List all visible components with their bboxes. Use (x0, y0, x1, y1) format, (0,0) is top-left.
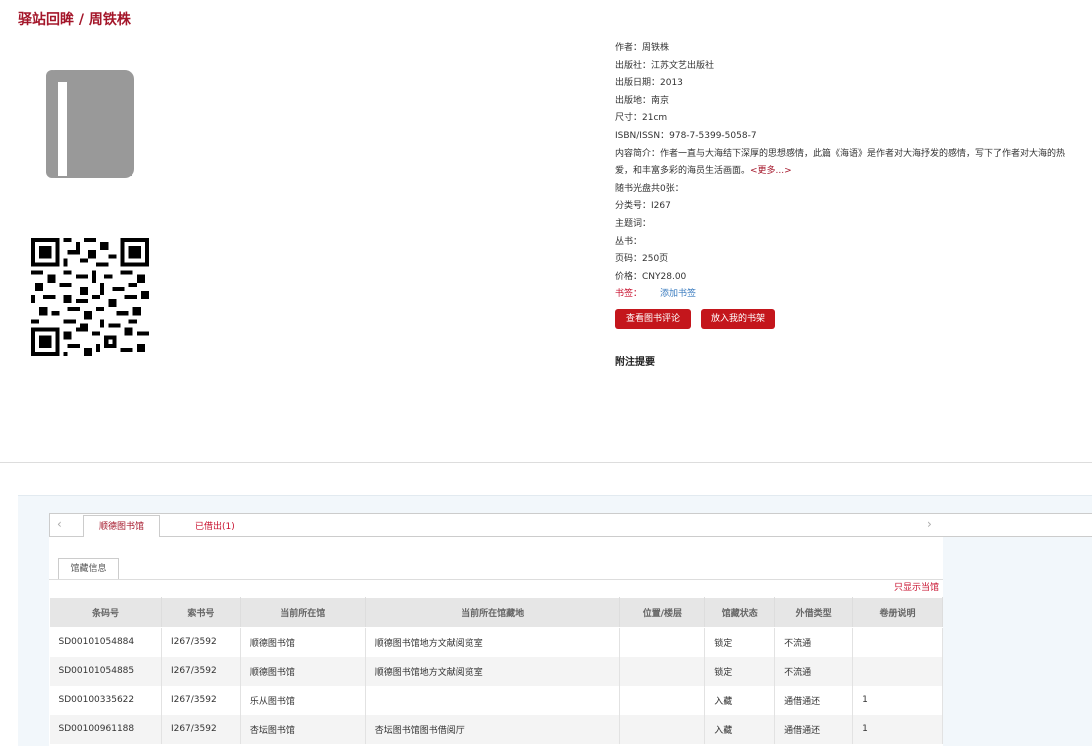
meta-subject: 主题词： (615, 218, 652, 229)
meta-place: 出版地：南京 (615, 95, 670, 106)
book-cover-icon (46, 70, 134, 178)
action-buttons: 查看图书评论 放入我的书架 (615, 309, 776, 329)
subtab-divider (49, 579, 943, 580)
meta-author: 作者：周铁株 (615, 43, 670, 53)
cell-loan-type: 不流通 (774, 627, 854, 657)
cell-library: 顺德图书馆 (240, 656, 366, 686)
meta-isbn: ISBN/ISSN：978-7-5399-5058-7 (615, 130, 757, 141)
cell-call-number: I267/3592 (161, 685, 241, 715)
meta-publisher: 出版社：江苏文艺出版社 (615, 60, 715, 71)
cell-floor (619, 656, 706, 686)
cell-status: 锁定 (704, 627, 776, 657)
chevron-right-icon[interactable]: › (927, 517, 932, 531)
col-library: 当前所在馆 (239, 597, 366, 628)
col-volume: 卷册说明 (852, 597, 943, 628)
cell-floor (619, 714, 706, 744)
qr-code (31, 238, 149, 356)
cell-call-number: I267/3592 (161, 627, 241, 657)
summary-text: 内容简介：作者一直与大海结下深厚的思想感情，此篇《海语》是作者对大海抒发的感情，… (615, 148, 1066, 177)
cell-floor (619, 627, 706, 657)
meta-size: 尺寸：21cm (615, 113, 668, 124)
table-row: SD00101054885 I267/3592 顺德图书馆 顺德图书馆地方文献阅… (49, 656, 943, 686)
meta-price: 价格：CNY28.00 (615, 271, 687, 282)
cell-location: 顺德图书馆地方文献阅览室 (365, 627, 621, 657)
cell-location (365, 685, 621, 715)
meta-pubdate: 出版日期：2013 (615, 78, 683, 89)
meta-cd: 随书光盘共0张： (615, 183, 684, 194)
table-header-row: 条码号 索书号 当前所在馆 当前所在馆藏地 位置/楼层 馆藏状态 外借类型 卷册… (49, 597, 943, 628)
meta-series: 丛书： (615, 236, 643, 247)
meta-summary: 内容简介：作者一直与大海结下深厚的思想感情，此篇《海语》是作者对大海抒发的感情，… (615, 146, 1077, 181)
divider (0, 462, 1092, 463)
cell-volume: 1 (852, 685, 943, 715)
cell-status: 锁定 (704, 656, 776, 686)
cell-call-number: I267/3592 (161, 714, 241, 744)
add-to-shelf-button[interactable]: 放入我的书架 (701, 309, 776, 329)
tag-label: 书签： (615, 289, 643, 300)
tab-holdings-info[interactable]: 馆藏信息 (58, 558, 119, 580)
cell-loan-type: 不流通 (774, 656, 854, 686)
cell-barcode: SD00100961188 (49, 714, 162, 744)
cell-volume (852, 656, 943, 686)
cell-volume (852, 627, 943, 657)
meta-tags: 书签： 添加书签 (615, 286, 1077, 304)
notes-heading: 附注提要 (615, 357, 655, 368)
tab-checked-out[interactable]: 已借出(1) (195, 519, 235, 532)
cell-location: 杏坛图书馆图书借阅厅 (365, 714, 621, 744)
cell-status: 入藏 (704, 685, 776, 715)
cell-status: 入藏 (704, 714, 776, 744)
more-link[interactable]: <更多...> (750, 166, 792, 176)
cell-barcode: SD00100335622 (49, 685, 162, 715)
col-status: 馆藏状态 (704, 597, 776, 628)
col-location: 当前所在馆藏地 (364, 597, 621, 628)
cell-library: 乐从图书馆 (240, 685, 366, 715)
cell-library: 杏坛图书馆 (240, 714, 366, 744)
cell-floor (619, 685, 706, 715)
cell-loan-type: 通借通还 (774, 685, 854, 715)
cell-library: 顺德图书馆 (240, 627, 366, 657)
col-loan-type: 外借类型 (774, 597, 854, 628)
cell-location: 顺德图书馆地方文献阅览室 (365, 656, 621, 686)
book-title: 驿站回眸 / 周铁株 (18, 12, 131, 28)
col-floor: 位置/楼层 (619, 597, 706, 628)
cell-barcode: SD00101054885 (49, 656, 162, 686)
tab-shunde-library[interactable]: 顺德图书馆 (83, 515, 160, 538)
table-row: SD00101054884 I267/3592 顺德图书馆 顺德图书馆地方文献阅… (49, 627, 943, 657)
book-metadata: 作者：周铁株 出版社：江苏文艺出版社 出版日期：2013 出版地：南京 尺寸：2… (615, 40, 1077, 304)
view-reviews-button[interactable]: 查看图书评论 (615, 309, 692, 329)
cell-loan-type: 通借通还 (774, 714, 854, 744)
add-tag-link[interactable]: 添加书签 (660, 289, 696, 299)
cell-volume: 1 (852, 714, 943, 744)
meta-pages: 页码：250页 (615, 254, 669, 265)
table-row: SD00100335622 I267/3592 乐从图书馆 入藏 通借通还 1 (49, 685, 943, 715)
meta-class-no: 分类号：I267 (615, 201, 671, 212)
cell-barcode: SD00101054884 (49, 627, 162, 657)
cell-call-number: I267/3592 (161, 656, 241, 686)
table-row: SD00100961188 I267/3592 杏坛图书馆 杏坛图书馆图书借阅厅… (49, 714, 943, 744)
chevron-left-icon[interactable]: ‹ (57, 517, 62, 531)
col-barcode: 条码号 (49, 597, 162, 628)
col-call-number: 索书号 (160, 597, 241, 628)
holdings-table: 条码号 索书号 当前所在馆 当前所在馆藏地 位置/楼层 馆藏状态 外借类型 卷册… (49, 597, 943, 744)
only-this-library-link[interactable]: 只显示当馆 (894, 580, 939, 593)
